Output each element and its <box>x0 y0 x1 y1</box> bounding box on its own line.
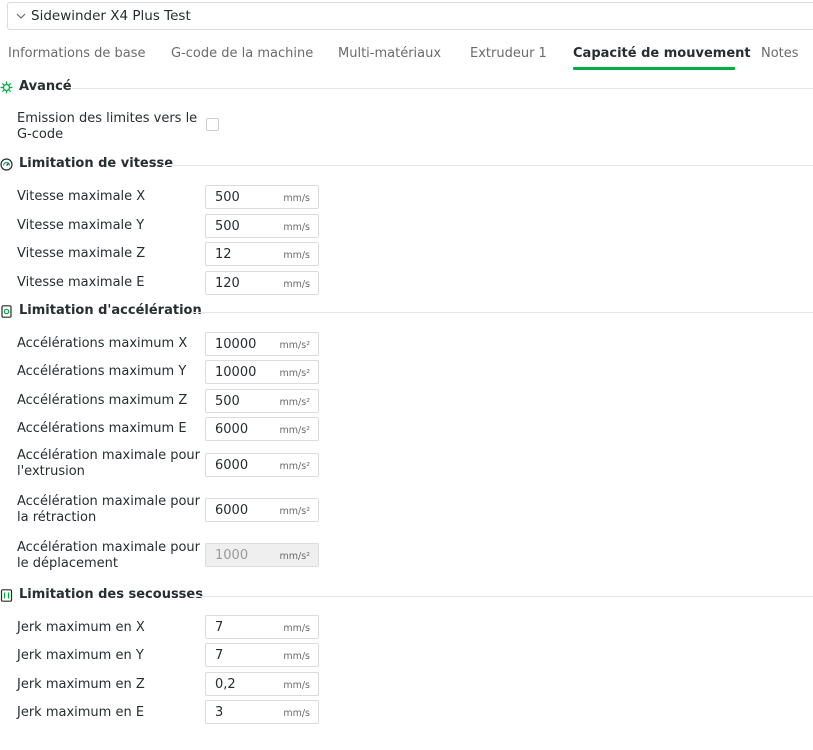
section-advanced: Avancé <box>0 78 813 98</box>
max-accel-z-input[interactable] <box>215 393 273 409</box>
max-accel-y-field: mm/s² <box>205 360 319 384</box>
max-jerk-y-field: mm/s <box>205 643 319 667</box>
max-jerk-y-input[interactable] <box>215 647 273 663</box>
tab-notes[interactable]: Notes <box>761 46 799 61</box>
tab-motion-ability[interactable]: Capacité de mouvement <box>573 46 751 61</box>
unit-label: mm/s <box>283 279 310 290</box>
max-accel-travel-field: mm/s² <box>205 543 319 567</box>
tab-extruder-1[interactable]: Extrudeur 1 <box>470 46 547 61</box>
max-jerk-z-field: mm/s <box>205 672 319 696</box>
emit-limits-label: Emission des limites vers le G-code <box>17 111 198 142</box>
section-acceleration-limits: Limitation d'accélération <box>0 302 813 322</box>
unit-label: mm/s² <box>279 506 310 517</box>
max-accel-extrusion-label: Accélération maximale pour l'extrusion <box>17 448 201 479</box>
unit-label: mm/s <box>283 193 310 204</box>
max-speed-x-field: mm/s <box>205 185 319 209</box>
max-accel-z-label: Accélérations maximum Z <box>17 393 188 408</box>
max-accel-x-field: mm/s² <box>205 332 319 356</box>
max-speed-x-input[interactable] <box>215 189 273 205</box>
section-jerk-limits: Limitation des secousses <box>0 586 813 606</box>
unit-label: mm/s <box>283 708 310 719</box>
jerk-limit-icon <box>0 589 13 602</box>
max-accel-retraction-input[interactable] <box>215 502 273 518</box>
acceleration-icon <box>1 305 12 318</box>
divider <box>72 88 813 89</box>
max-accel-retraction-label: Accélération maximale pour la rétraction <box>17 494 201 525</box>
section-title: Limitation des secousses <box>19 587 203 602</box>
emit-limits-checkbox[interactable] <box>206 118 219 131</box>
chevron-down-icon <box>16 13 26 19</box>
max-accel-e-field: mm/s² <box>205 417 319 441</box>
max-speed-z-field: mm/s <box>205 242 319 266</box>
max-speed-e-label: Vitesse maximale E <box>17 275 145 290</box>
max-speed-z-input[interactable] <box>215 246 273 262</box>
max-accel-travel-input <box>215 547 273 563</box>
unit-label: mm/s <box>283 623 310 634</box>
unit-label: mm/s² <box>279 425 310 436</box>
max-accel-x-input[interactable] <box>215 336 273 352</box>
max-accel-y-label: Accélérations maximum Y <box>17 364 187 379</box>
section-title: Limitation de vitesse <box>19 156 174 171</box>
max-accel-extrusion-field: mm/s² <box>205 453 319 477</box>
max-accel-e-input[interactable] <box>215 421 273 437</box>
max-accel-x-label: Accélérations maximum X <box>17 336 188 351</box>
advanced-settings-icon <box>0 81 13 94</box>
max-speed-y-field: mm/s <box>205 214 319 238</box>
max-jerk-x-field: mm/s <box>205 615 319 639</box>
divider <box>162 165 813 166</box>
max-speed-e-input[interactable] <box>215 275 273 291</box>
unit-label: mm/s² <box>279 551 310 562</box>
max-jerk-z-input[interactable] <box>215 676 273 692</box>
unit-label: mm/s <box>283 651 310 662</box>
max-jerk-e-field: mm/s <box>205 700 319 724</box>
max-speed-y-label: Vitesse maximale Y <box>17 218 145 233</box>
max-jerk-z-label: Jerk maximum en Z <box>17 677 145 692</box>
max-accel-retraction-field: mm/s² <box>205 498 319 522</box>
speed-gauge-icon <box>0 158 13 171</box>
max-jerk-x-input[interactable] <box>215 619 273 635</box>
section-title: Avancé <box>19 79 72 94</box>
section-title: Limitation d'accélération <box>19 303 202 318</box>
unit-label: mm/s² <box>279 368 310 379</box>
unit-label: mm/s <box>283 250 310 261</box>
active-tab-indicator <box>573 67 735 70</box>
max-jerk-y-label: Jerk maximum en Y <box>17 648 144 663</box>
max-jerk-x-label: Jerk maximum en X <box>17 620 145 635</box>
tab-basic-info[interactable]: Informations de base <box>8 46 146 61</box>
divider <box>192 312 813 313</box>
max-speed-z-label: Vitesse maximale Z <box>17 246 146 261</box>
unit-label: mm/s <box>283 680 310 691</box>
max-jerk-e-label: Jerk maximum en E <box>17 705 145 720</box>
tab-machine-gcode[interactable]: G-code de la machine <box>171 46 313 61</box>
unit-label: mm/s² <box>279 397 310 408</box>
max-accel-y-input[interactable] <box>215 364 273 380</box>
max-accel-e-label: Accélérations maximum E <box>17 421 187 436</box>
section-speed-limits: Limitation de vitesse <box>0 155 813 175</box>
max-jerk-e-input[interactable] <box>215 704 273 720</box>
max-accel-extrusion-input[interactable] <box>215 457 273 473</box>
max-accel-z-field: mm/s² <box>205 389 319 413</box>
max-speed-y-input[interactable] <box>215 218 273 234</box>
tab-multimaterial[interactable]: Multi-matériaux <box>338 46 441 61</box>
max-speed-x-label: Vitesse maximale X <box>17 189 146 204</box>
printer-preset-dropdown[interactable]: Sidewinder X4 Plus Test <box>7 2 813 30</box>
max-accel-travel-label: Accélération maximale pour le déplacemen… <box>17 540 201 571</box>
unit-label: mm/s² <box>279 340 310 351</box>
unit-label: mm/s² <box>279 461 310 472</box>
max-speed-e-field: mm/s <box>205 271 319 295</box>
preset-name: Sidewinder X4 Plus Test <box>31 8 191 24</box>
divider <box>190 596 813 597</box>
unit-label: mm/s <box>283 222 310 233</box>
